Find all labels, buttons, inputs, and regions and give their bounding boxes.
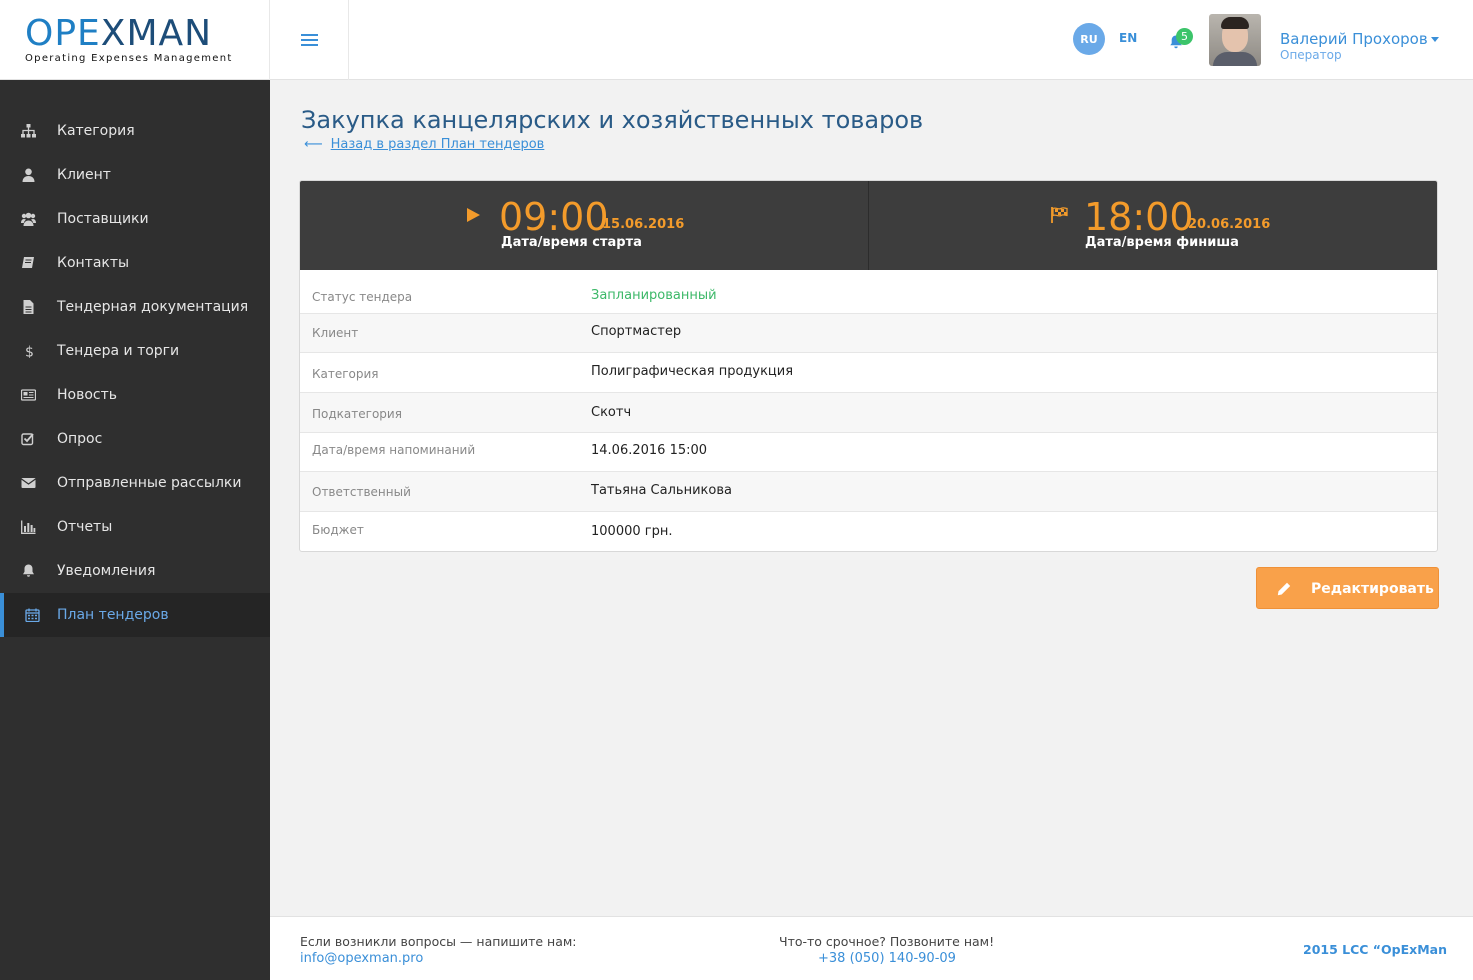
sitemap-icon [21,124,36,138]
detail-key: Статус тендера [312,290,413,304]
detail-value: Татьяна Сальникова [591,483,732,498]
detail-key: Категория [312,367,379,381]
sidebar-item-label: Отчеты [57,519,113,535]
sidebar-item-reports[interactable]: Отчеты [0,505,270,549]
calendar-icon [25,608,40,622]
sidebar-item-label: Тендерная документация [57,299,249,315]
detail-key: Клиент [312,326,359,340]
divider [868,181,869,270]
sidebar-item-label: План тендеров [57,607,169,623]
bell-icon [23,564,34,577]
detail-key: Бюджет [312,523,364,537]
sidebar-item-label: Новость [57,387,118,403]
sidebar-item-survey[interactable]: Опрос [0,417,270,461]
dollar-icon: $ [25,345,34,359]
sidebar: Категория Клиент Поставщики Контакты Тен… [0,80,270,980]
language-en-button[interactable]: EN [1119,31,1137,45]
sidebar-item-news[interactable]: Новость [0,373,270,417]
detail-key: Ответственный [312,485,411,499]
sidebar-item-label: Уведомления [57,563,156,579]
sidebar-item-label: Отправленные рассылки [57,475,242,491]
detail-value: Спортмастер [591,324,682,339]
page-title: Закупка канцелярских и хозяйственных тов… [301,106,924,134]
sidebar-item-label: Категория [57,123,135,139]
sidebar-item-client[interactable]: Клиент [0,153,270,197]
svg-text:$: $ [25,345,34,359]
footer: Если возникли вопросы — напишите нам: in… [270,916,1473,980]
footer-phone-link[interactable]: +38 (050) 140-90-09 [818,951,956,966]
sidebar-item-label: Поставщики [57,211,149,227]
footer-email-link[interactable]: info@opexman.pro [300,951,423,966]
sidebar-item-tender-plan[interactable]: План тендеров [0,593,270,637]
start-time: 09:00 [499,195,609,239]
newspaper-icon [21,389,36,401]
sidebar-item-tender-docs[interactable]: Тендерная документация [0,285,270,329]
sidebar-item-category[interactable]: Категория [0,109,270,153]
flag-checkered-icon [1051,207,1068,223]
logo-subtitle: Operating Expenses Management [25,53,233,64]
detail-key: Подкатегория [312,407,402,421]
detail-row-status: Статус тендера Запланированный [300,270,1437,313]
back-link[interactable]: ⟵ Назад в раздел План тендеров [304,137,544,152]
user-role: Оператор [1280,48,1342,62]
bar-chart-icon [21,520,36,534]
envelope-icon [21,478,36,488]
detail-row-client: Клиент Спортмастер [300,313,1437,352]
user-name[interactable]: Валерий Прохоров [1280,30,1428,48]
avatar[interactable] [1209,14,1261,66]
sidebar-item-suppliers[interactable]: Поставщики [0,197,270,241]
status-value: Запланированный [591,288,717,303]
pencil-icon [1277,582,1291,596]
check-square-icon [21,433,34,446]
logo-wordmark: OPEXMAN [25,13,213,54]
sidebar-item-mailings[interactable]: Отправленные рассылки [0,461,270,505]
detail-row-budget: Бюджет 100000 грн. [300,511,1437,551]
detail-value: Скотч [591,405,632,420]
edit-button[interactable]: Редактировать [1256,567,1439,609]
file-icon [23,300,34,314]
chevron-down-icon[interactable] [1431,37,1439,42]
detail-row-reminder: Дата/время напоминаний 14.06.2016 15:00 [300,432,1437,471]
sidebar-item-contacts[interactable]: Контакты [0,241,270,285]
detail-row-category: Категория Полиграфическая продукция [300,352,1437,392]
detail-value: 14.06.2016 15:00 [591,443,708,458]
sidebar-item-label: Опрос [57,431,103,447]
book-icon [22,257,34,268]
menu-toggle-button[interactable] [270,0,349,80]
finish-caption: Дата/время финиша [1085,235,1239,250]
arrow-left-icon: ⟵ [304,137,323,152]
sidebar-item-label: Тендера и торги [57,343,180,359]
tender-time-bar: 09:00 15.06.2016 Дата/время старта 18:00… [300,181,1437,270]
start-date: 15.06.2016 [602,217,685,232]
play-icon [467,208,480,222]
footer-question-text: Если возникли вопросы — напишите нам: [300,934,577,949]
detail-row-responsible: Ответственный Татьяна Сальникова [300,471,1437,511]
user-icon [22,168,35,182]
detail-value: 100000 грн. [591,524,673,539]
footer-urgent-text: Что-то срочное? Позвоните нам! [779,934,995,949]
detail-row-subcategory: Подкатегория Скотч [300,392,1437,432]
users-icon [21,212,36,226]
edit-button-label: Редактировать [1311,581,1434,597]
logo[interactable]: OPEXMAN Operating Expenses Management [0,0,270,80]
sidebar-item-label: Контакты [57,255,130,271]
top-header: OPEXMAN Operating Expenses Management RU… [0,0,1473,80]
footer-copyright: 2015 LCC “OpExMan [1303,942,1447,957]
sidebar-item-tenders[interactable]: $ Тендера и торги [0,329,270,373]
language-ru-button[interactable]: RU [1073,23,1105,55]
start-caption: Дата/время старта [501,235,642,250]
detail-key: Дата/время напоминаний [312,443,476,457]
finish-time: 18:00 [1084,195,1194,239]
sidebar-item-label: Клиент [57,167,111,183]
sidebar-item-notifications[interactable]: Уведомления [0,549,270,593]
tender-details-card: 09:00 15.06.2016 Дата/время старта 18:00… [299,180,1438,552]
notification-count-badge: 5 [1176,28,1193,45]
detail-value: Полиграфическая продукция [591,364,794,379]
finish-date: 20.06.2016 [1188,217,1271,232]
hamburger-icon [300,34,318,46]
